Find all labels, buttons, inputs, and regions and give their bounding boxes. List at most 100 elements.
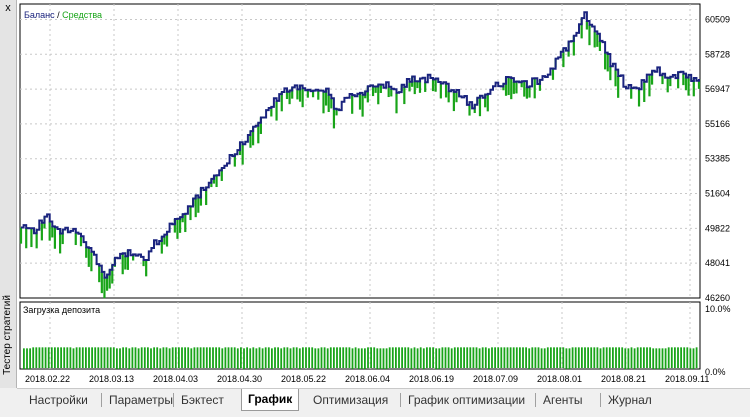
deposit-load-bar [60, 347, 62, 368]
deposit-load-bar [140, 347, 143, 368]
y-tick-label: 48041 [705, 258, 730, 268]
deposit-load-bar [190, 348, 193, 369]
deposit-load-bar [193, 347, 196, 368]
deposit-load-bar [565, 348, 568, 369]
deposit-load-bar [367, 347, 369, 368]
deposit-load-bar [159, 348, 162, 369]
deposit-load-bar [370, 347, 372, 368]
x-tick-label: 2018.09.11 [665, 374, 709, 384]
tab-4[interactable]: График [241, 389, 300, 411]
deposit-load-bar [627, 348, 630, 369]
deposit-load-bar [608, 347, 611, 368]
deposit-load-bar [100, 347, 103, 368]
deposit-load-bar [336, 347, 338, 368]
deposit-load-bar [168, 348, 171, 369]
deposit-load-bar [602, 347, 605, 368]
deposit-load-bar [271, 348, 273, 369]
deposit-load-bar [674, 347, 676, 368]
deposit-load-bar [326, 348, 329, 369]
deposit-load-bar [35, 347, 38, 368]
deposit-load-bar [357, 348, 360, 369]
deposit-load-bar [81, 347, 84, 368]
deposit-load-bar [156, 347, 159, 368]
deposit-load-bar [469, 347, 472, 368]
deposit-load-bar [667, 347, 670, 368]
deposit-load-bar [122, 347, 124, 368]
deposit-load-bar [652, 348, 655, 369]
deposit-load-bar [224, 347, 227, 368]
deposit-load-bar [500, 347, 503, 368]
deposit-load-bar [488, 348, 490, 369]
deposit-load-bar [429, 347, 431, 368]
deposit-load-bar [209, 347, 211, 368]
deposit-load-bar [680, 347, 682, 368]
deposit-load-bar [581, 347, 583, 368]
deposit-load-bar [143, 347, 146, 368]
deposit-load-bar [75, 347, 78, 368]
deposit-load-bar [230, 347, 233, 368]
deposit-load-bar [568, 348, 571, 369]
deposit-load-bar [320, 347, 323, 368]
deposit-load-bar [522, 347, 524, 368]
deposit-load-bar [497, 347, 500, 368]
y-tick-label: 56947 [705, 84, 730, 94]
x-tick-label: 2018.02.22 [25, 374, 70, 384]
tab-8[interactable]: Журнал [602, 391, 658, 409]
deposit-load-bar [376, 348, 379, 369]
deposit-load-bar [323, 347, 326, 368]
tab-separator [173, 393, 174, 407]
deposit-load-bar [69, 347, 72, 368]
deposit-load-title: Загрузка депозита [23, 305, 100, 315]
deposit-load-bar [212, 347, 214, 368]
deposit-load-bar [218, 347, 221, 368]
deposit-load-bar [615, 347, 617, 368]
deposit-load-bar [47, 347, 50, 368]
x-tick-label: 2018.06.19 [409, 374, 454, 384]
deposit-load-bar [32, 347, 35, 368]
deposit-load-bar [181, 347, 183, 368]
y-tick-label: 55166 [705, 119, 730, 129]
deposit-load-bar [686, 347, 689, 368]
tab-2[interactable]: Параметры [103, 391, 179, 409]
deposit-load-bar [453, 347, 456, 368]
chart-legend: Баланс / Средства [24, 10, 102, 20]
deposit-load-bar [311, 347, 314, 368]
tab-6[interactable]: График оптимизации [402, 391, 531, 409]
deposit-load-bar [599, 348, 602, 369]
deposit-load-bar [426, 347, 428, 368]
deposit-load-bar [689, 348, 692, 369]
deposit-load-bar [506, 347, 509, 368]
deposit-load-bar [63, 347, 66, 368]
deposit-load-bar [379, 348, 382, 369]
close-icon[interactable]: x [2, 2, 14, 14]
tab-1[interactable]: Настройки [23, 391, 94, 409]
side-strip: x Тестер стратегий [0, 0, 17, 388]
y-axis-labels: 60509 58728 56947 55166 53385 51604 49822 48041… [705, 14, 730, 303]
tab-3[interactable]: Бэктест [175, 391, 230, 409]
deposit-load-bar [550, 347, 552, 368]
deposit-load-bar [503, 347, 506, 368]
deposit-load-bar [184, 347, 186, 368]
deposit-load-bar [525, 347, 527, 368]
deposit-load-bar [342, 347, 345, 368]
deposit-load-bar [131, 347, 134, 368]
deposit-load-bar [54, 347, 56, 368]
deposit-load-bar [664, 348, 667, 369]
deposit-load-bar [391, 347, 394, 368]
deposit-load-bar [695, 347, 698, 368]
deposit-load-bar [174, 347, 177, 368]
deposit-load-bar [621, 347, 624, 368]
deposit-load-bar [246, 347, 248, 368]
deposit-load-bar [289, 348, 292, 369]
deposit-load-bar [395, 347, 397, 368]
deposit-load-bar [23, 348, 25, 369]
tab-7[interactable]: Агенты [537, 391, 589, 409]
deposit-load-bar [295, 347, 298, 368]
deposit-load-bar [29, 348, 31, 369]
deposit-load-bar [221, 348, 224, 369]
deposit-load-bar [258, 347, 261, 368]
chart-area[interactable]: Баланс / Средства 60509 58728 56947 55166 53… [17, 0, 750, 388]
y-tick-label: 53385 [705, 154, 730, 164]
deposit-load-bar [519, 347, 521, 368]
tab-5[interactable]: Оптимизация [307, 391, 394, 409]
